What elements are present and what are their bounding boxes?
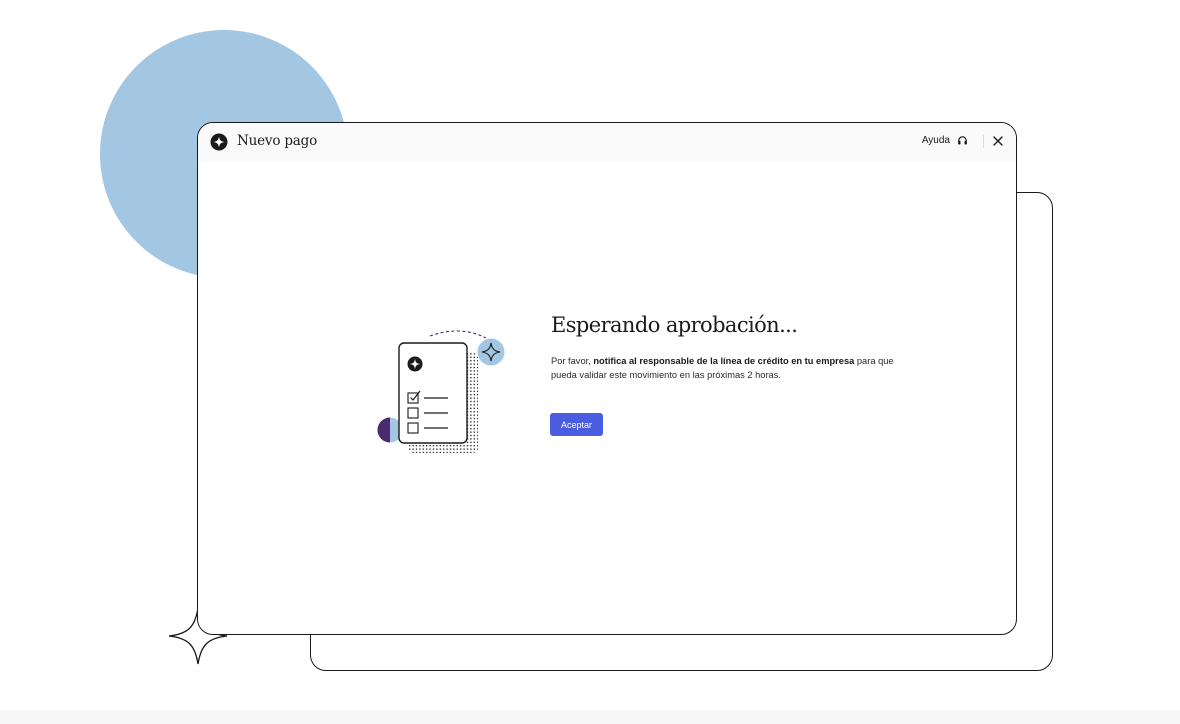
approval-checklist-illustration [377,330,505,453]
window-titlebar: Nuevo pago Ayuda [198,123,1016,161]
payment-window: Nuevo pago Ayuda Esperando aprobación...… [197,122,1017,635]
accept-button[interactable]: Aceptar [550,413,603,436]
titlebar-divider [983,135,984,148]
sparkle-circle-icon [210,133,228,151]
headset-icon [958,136,967,145]
help-label: Ayuda [921,135,950,146]
page-footer-strip [0,710,1180,724]
message-prefix: Por favor, [551,356,594,366]
window-title: Nuevo pago [237,133,318,149]
approval-message: Por favor, notifica al responsable de la… [551,354,896,382]
message-emphasis: notifica al responsable de la línea de c… [593,356,855,366]
help-button[interactable]: Ayuda [922,135,968,146]
page-heading: Esperando aprobación... [551,313,798,337]
close-icon[interactable] [992,135,1004,147]
